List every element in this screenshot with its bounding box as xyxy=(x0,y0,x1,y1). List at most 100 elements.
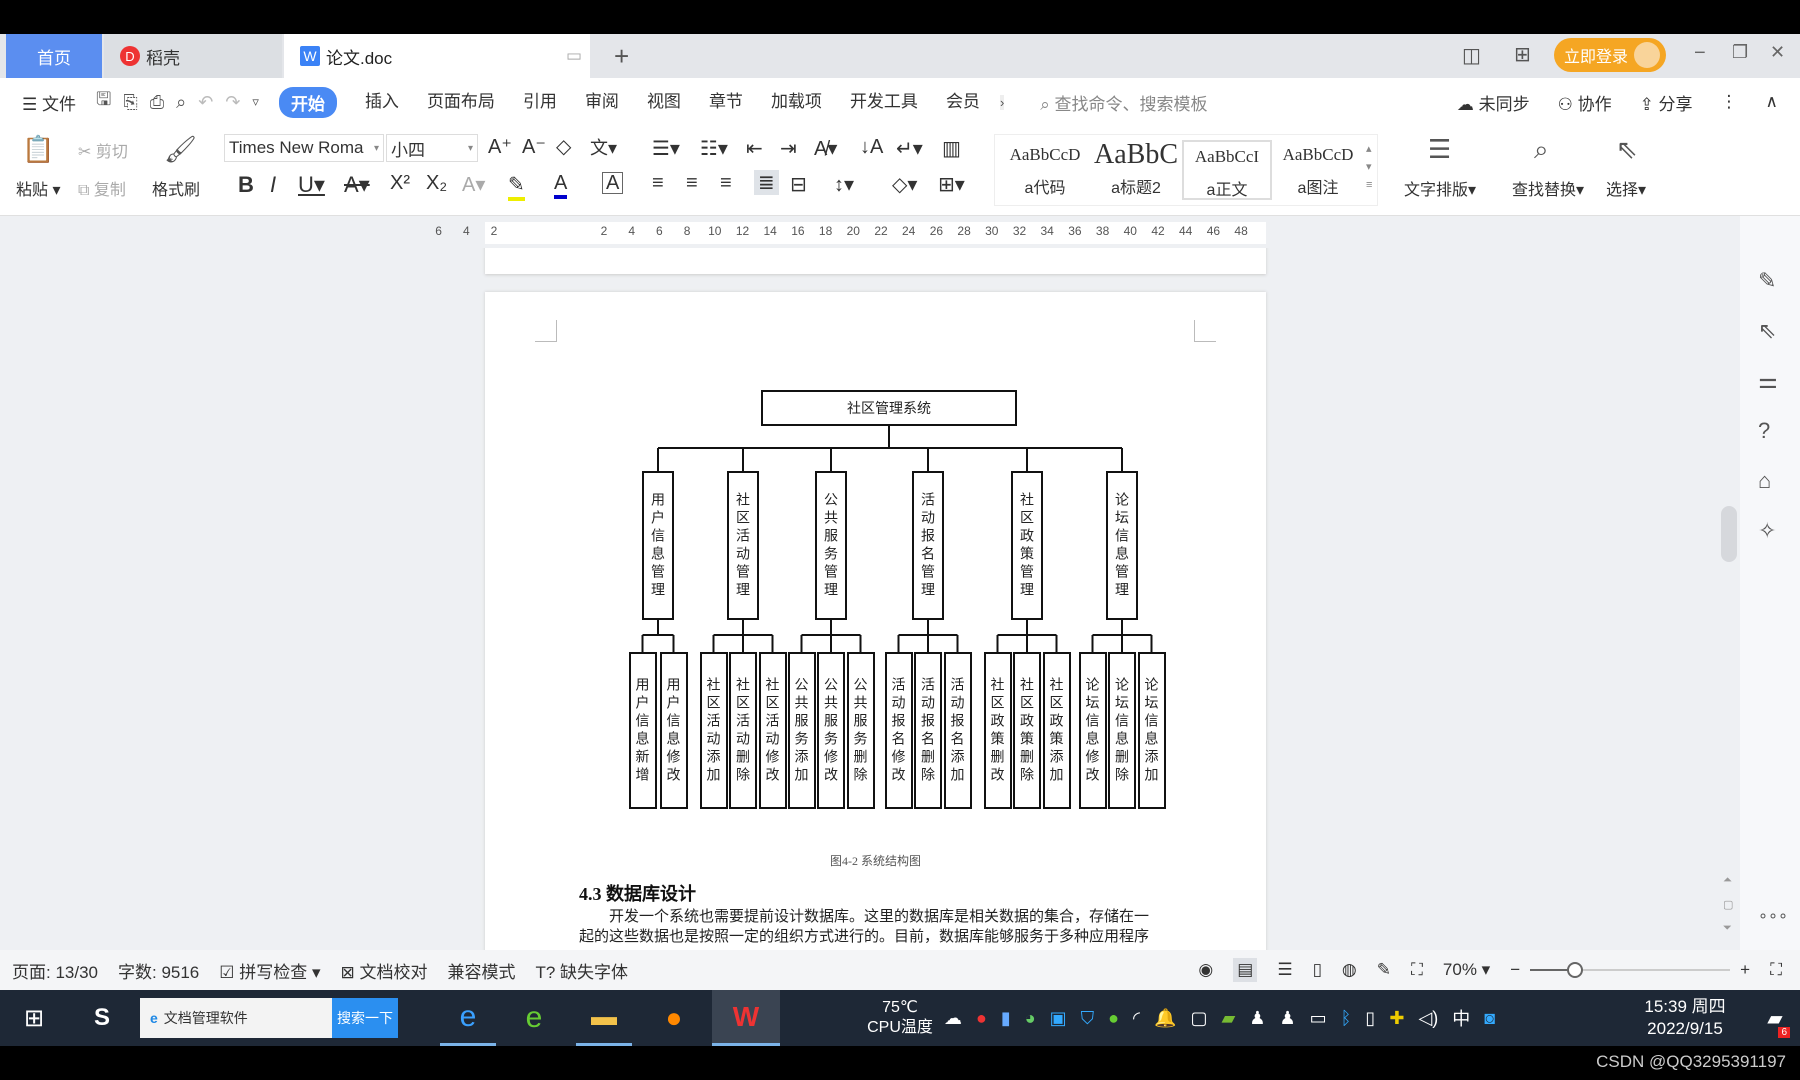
style-scroll[interactable]: ▴ ▾ ≡ xyxy=(1366,140,1372,194)
store-icon[interactable]: ⌂ xyxy=(1758,468,1771,494)
char-border-button[interactable]: A xyxy=(602,172,624,194)
web-view-icon[interactable]: ◍ xyxy=(1342,960,1357,980)
wechat-icon[interactable]: ◕ xyxy=(1025,1008,1036,1029)
share-button[interactable]: ⇪ 分享 xyxy=(1640,90,1693,115)
shield-icon[interactable]: ⛉ xyxy=(1081,1008,1095,1029)
paste-button[interactable]: 粘贴 ▾ xyxy=(16,176,61,200)
new-tab-button[interactable]: + xyxy=(598,34,629,78)
menu-tab[interactable]: 开始 xyxy=(278,86,337,118)
style-preset[interactable]: AaBbCcD a图注 xyxy=(1273,140,1363,200)
vertical-scrollbar[interactable]: ⏶ ▢ ⏷ xyxy=(1718,216,1740,950)
qq-icon[interactable]: ♟ xyxy=(1249,1008,1265,1029)
close-button[interactable]: ✕ xyxy=(1770,42,1785,63)
increase-indent-button[interactable]: ⇥ xyxy=(780,136,797,161)
zoom-slider-handle[interactable] xyxy=(1567,962,1584,978)
help-icon[interactable]: ? xyxy=(1758,418,1770,444)
redo-icon[interactable]: ↷ xyxy=(225,92,240,113)
more-icon[interactable]: ⋮ xyxy=(1721,92,1738,112)
menu-tab[interactable]: 会员 xyxy=(946,87,980,118)
style-preset[interactable]: AaBbCcI a正文 xyxy=(1182,140,1272,200)
text-layout-button[interactable]: 文字排版▾ xyxy=(1404,176,1476,200)
tab-stops-button[interactable]: ▥ xyxy=(942,136,961,161)
sort-button[interactable]: ↓A xyxy=(860,136,883,159)
select-button[interactable]: 选择▾ xyxy=(1606,176,1646,200)
menu-tab[interactable]: 引用 xyxy=(523,87,557,118)
print-preview-icon[interactable]: ⌕ xyxy=(176,92,186,113)
page-view-icon[interactable]: ▤ xyxy=(1233,958,1258,982)
text-effect-button[interactable]: A▾ xyxy=(462,172,485,197)
collapse-ribbon-icon[interactable]: ∧ xyxy=(1766,92,1778,112)
menu-tab[interactable]: 插入 xyxy=(365,87,399,118)
italic-button[interactable]: I xyxy=(270,172,276,198)
font-color-button[interactable]: A xyxy=(554,172,568,199)
line-spacing-button[interactable]: ↕▾ xyxy=(834,172,854,197)
tray-app-icon[interactable]: ● xyxy=(976,1008,987,1029)
login-button[interactable]: 立即登录 xyxy=(1554,38,1666,72)
copy-button[interactable]: ⧉ 复制 xyxy=(78,176,126,200)
menu-tab[interactable]: 章节 xyxy=(709,87,743,118)
decrease-indent-button[interactable]: ⇤ xyxy=(746,136,763,161)
file-menu[interactable]: ☰ 文件 xyxy=(22,90,76,115)
chinese-layout-button[interactable]: A̸▾ xyxy=(814,136,837,161)
spark-icon[interactable]: ✧ xyxy=(1758,518,1776,544)
menu-tab[interactable]: 开发工具 xyxy=(850,87,918,118)
tray-app-icon[interactable]: ● xyxy=(1108,1008,1119,1029)
proofread-button[interactable]: ⊠ 文档校对 xyxy=(341,958,428,983)
sync-button[interactable]: ☁ 未同步 xyxy=(1457,90,1530,115)
wps-taskbar-icon[interactable]: W xyxy=(712,990,780,1046)
numbering-button[interactable]: ☷▾ xyxy=(700,136,728,161)
menu-tab[interactable]: 加载项 xyxy=(771,87,822,118)
menu-tab[interactable]: 审阅 xyxy=(585,87,619,118)
fit-page-icon[interactable]: ⛶ xyxy=(1411,960,1423,980)
notifications-button[interactable]: ▰ 6 xyxy=(1758,990,1792,1046)
menu-tab[interactable]: 视图 xyxy=(647,87,681,118)
distribute-button[interactable]: ⊟ xyxy=(790,172,807,197)
more-options-icon[interactable]: ∘∘∘ xyxy=(1758,906,1788,926)
tray-app-icon[interactable]: ▣ xyxy=(1050,1008,1067,1029)
minimize-button[interactable]: − xyxy=(1694,42,1706,65)
align-right-button[interactable]: ≡ xyxy=(720,172,732,195)
bell-icon[interactable]: 🔔 xyxy=(1154,1008,1176,1029)
volume-icon[interactable]: ◁) xyxy=(1418,1008,1438,1029)
collab-button[interactable]: ⚇ 协作 xyxy=(1558,90,1612,115)
tray-app-icon[interactable]: ✚ xyxy=(1389,1008,1404,1029)
weather-icon[interactable]: ☁ xyxy=(944,1008,962,1029)
shrink-font-icon[interactable]: A⁻ xyxy=(522,134,546,159)
shading-button[interactable]: ◇▾ xyxy=(892,172,917,197)
customize-icon[interactable]: ▿ xyxy=(252,94,259,110)
highlight-button[interactable]: ✎ xyxy=(508,172,525,201)
zoom-in-button[interactable]: + xyxy=(1740,960,1750,980)
align-left-button[interactable]: ≡ xyxy=(652,172,664,195)
missing-font-button[interactable]: T? 缺失字体 xyxy=(535,958,628,983)
tab-document[interactable]: W 论文.doc ▭ xyxy=(284,34,590,78)
format-painter-button[interactable]: 格式刷 xyxy=(152,176,200,200)
restore-button[interactable]: ❐ xyxy=(1732,42,1748,63)
outline-view-icon[interactable]: ☰ xyxy=(1277,960,1292,980)
find-replace-button[interactable]: 查找替换▾ xyxy=(1512,176,1584,200)
pen-icon[interactable]: ✎ xyxy=(1758,268,1776,294)
layout-icon[interactable]: ◫ xyxy=(1462,43,1481,68)
clock[interactable]: 15:39 周四 2022/9/15 xyxy=(1620,990,1750,1046)
tray-app-icon[interactable]: ▮ xyxy=(1001,1008,1011,1029)
clear-format-icon[interactable]: ◇ xyxy=(556,134,571,159)
ime-indicator[interactable]: 中 xyxy=(1452,1005,1470,1031)
bluetooth-icon[interactable]: ᛒ xyxy=(1341,1008,1352,1029)
tray-app-icon[interactable]: ▢ xyxy=(1190,1008,1207,1029)
more-tabs-icon[interactable]: › xyxy=(999,94,1005,110)
scrollbar-thumb[interactable] xyxy=(1721,506,1737,562)
show-marks-button[interactable]: ↵▾ xyxy=(896,136,923,161)
zoom-slider[interactable] xyxy=(1530,960,1731,980)
tray-app-icon[interactable]: ◙ xyxy=(1484,1008,1495,1029)
qq-icon[interactable]: ♟ xyxy=(1279,1008,1295,1029)
adjust-icon[interactable]: ⚌ xyxy=(1758,368,1778,394)
style-preset[interactable]: AaBbCcD a代码 xyxy=(1000,140,1090,200)
subscript-button[interactable]: X₂ xyxy=(426,172,447,195)
style-preset[interactable]: AaBbC a标题2 xyxy=(1091,140,1181,200)
command-search[interactable]: ⌕ 查找命令、搜索模板 xyxy=(1040,90,1207,115)
font-size-select[interactable]: 小四 ▾ xyxy=(386,134,478,162)
prev-page-icon[interactable]: ⏶ xyxy=(1723,874,1732,887)
eye-protection-icon[interactable]: ◉ xyxy=(1198,960,1213,980)
justify-button[interactable]: ≣ xyxy=(754,170,779,195)
nvidia-icon[interactable]: ▰ xyxy=(1221,1008,1235,1029)
select-browse-icon[interactable]: ▢ xyxy=(1723,898,1733,911)
